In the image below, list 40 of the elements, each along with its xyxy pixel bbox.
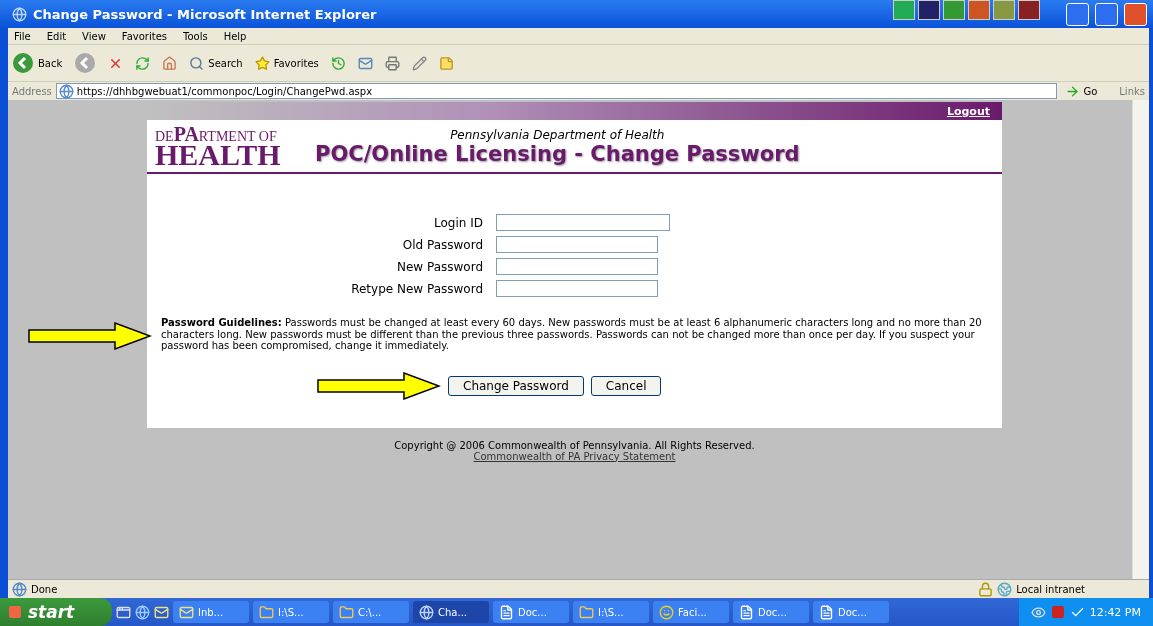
menu-item[interactable]: Tools bbox=[183, 30, 208, 42]
logo: DEPARTMENT OF HEALTH bbox=[155, 124, 282, 170]
status-text: Done bbox=[31, 583, 58, 595]
change-password-button[interactable]: Change Password bbox=[448, 375, 584, 396]
favorites-button[interactable]: Favorites bbox=[273, 57, 319, 69]
taskbar-button[interactable]: Doc... bbox=[733, 601, 809, 623]
field-label: Old Password bbox=[401, 237, 483, 252]
window-title: Change Password - Microsoft Internet Explorer bbox=[33, 6, 378, 22]
field-label: Retype New Password bbox=[350, 281, 483, 296]
zone-text: Local intranet bbox=[1016, 583, 1085, 595]
menu-item[interactable]: Edit bbox=[46, 30, 67, 42]
taskbar-button[interactable]: Doc... bbox=[493, 601, 569, 623]
clock: 12:42 PM bbox=[1089, 605, 1141, 619]
taskbar-button[interactable]: I:\S... bbox=[253, 601, 329, 623]
taskbar-button[interactable]: Cha... bbox=[413, 601, 489, 623]
back-button[interactable]: Back bbox=[38, 57, 63, 69]
taskbar-button[interactable]: C:\... bbox=[333, 601, 409, 623]
page-heading: POC/Online Licensing - Change Password bbox=[315, 142, 800, 166]
menu-item[interactable]: Help bbox=[223, 30, 247, 42]
address-label: Address bbox=[12, 85, 52, 97]
taskbar-button[interactable]: Inb... bbox=[173, 601, 249, 623]
taskbar-button[interactable]: Faci... bbox=[653, 601, 729, 623]
address-field[interactable]: https://dhhbgwebuat1/commonpoc/Login/ChangePwd.aspx bbox=[55, 83, 1058, 99]
start-button[interactable]: start bbox=[0, 598, 112, 626]
logout-link[interactable]: Logout bbox=[946, 104, 990, 118]
taskbar-button[interactable]: I:\S... bbox=[573, 601, 649, 623]
menu-item[interactable]: Favorites bbox=[121, 30, 167, 42]
privacy-link[interactable]: Commonwealth of PA Privacy Statement bbox=[473, 450, 676, 462]
links-label[interactable]: Links bbox=[1119, 85, 1145, 97]
search-button[interactable]: Search bbox=[208, 57, 243, 69]
copyright-text: Copyright @ 2006 Commonwealth of Pennsylvania. All Rights Reserved. bbox=[394, 439, 755, 451]
agency-name: Pennsylvania Department of Health bbox=[450, 128, 665, 142]
field-label: Login ID bbox=[433, 215, 483, 230]
menu-item[interactable]: File bbox=[14, 30, 31, 42]
go-button[interactable]: Go bbox=[1061, 83, 1116, 99]
cancel-button[interactable]: Cancel bbox=[590, 375, 662, 396]
field-label: New Password bbox=[395, 259, 483, 274]
menu-item[interactable]: View bbox=[82, 30, 106, 42]
guidelines-text: Password Guidelines: Passwords must be changed at least every 60 days. New passwords must be at least 6 alphanumeric characters long and no more than 20 characters long. New passwords must be different than the previous three passwords. Passwords can not be changed more than once per day. If you suspect your password has been compromised, change it immediately. bbox=[161, 317, 983, 352]
taskbar-button[interactable]: Doc... bbox=[813, 601, 889, 623]
